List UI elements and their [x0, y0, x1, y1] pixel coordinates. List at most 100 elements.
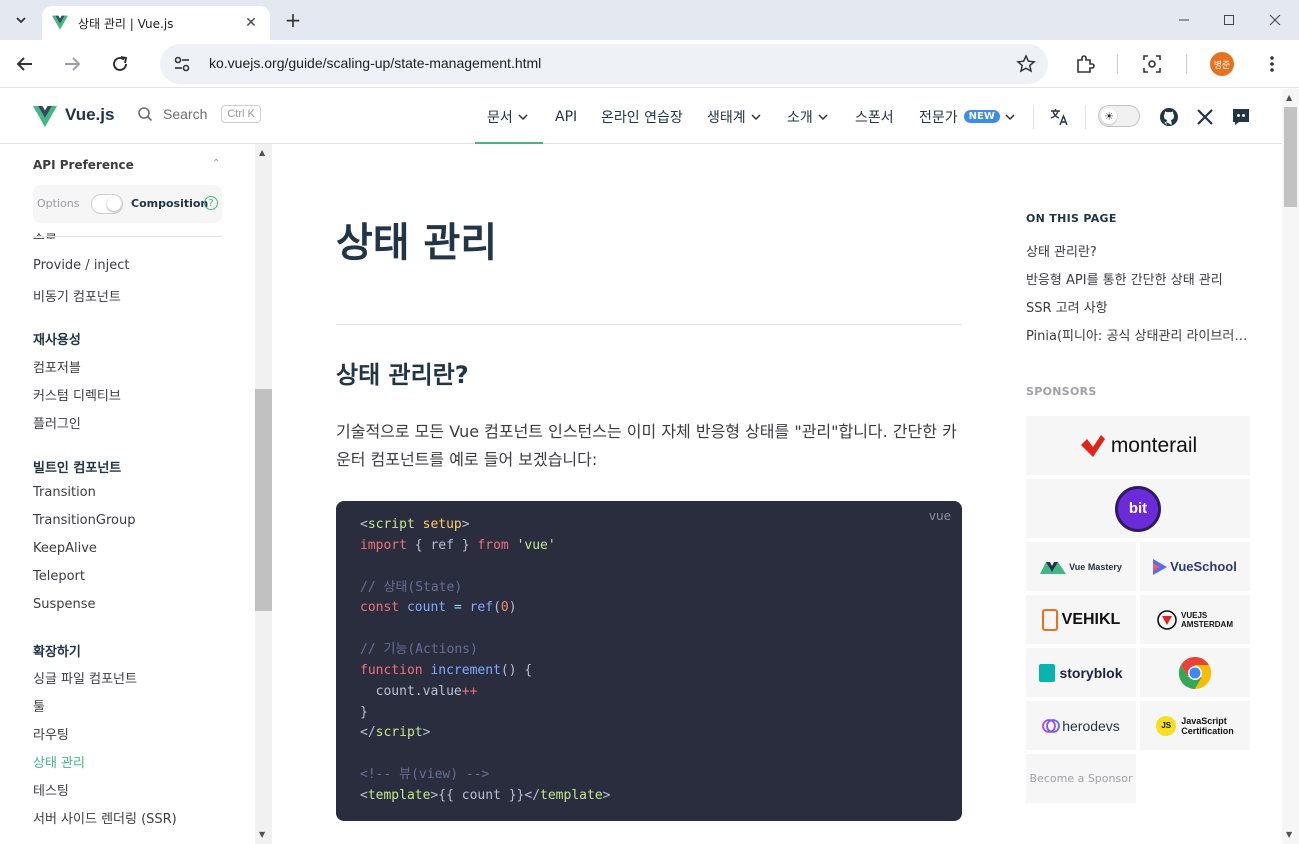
site-settings-icon[interactable] [172, 54, 192, 74]
sponsor-vuejs-amsterdam[interactable]: VUEJS AMSTERDAM [1140, 595, 1250, 644]
menu-sponsor[interactable]: 스폰서 [855, 89, 894, 144]
search-button[interactable]: Search Ctrl K [137, 105, 261, 123]
nav-separator [1033, 105, 1034, 129]
new-badge: NEW [963, 110, 1000, 123]
sponsor-bit[interactable]: bit [1026, 479, 1250, 538]
browser-menu-kebab-icon[interactable] [1261, 53, 1283, 75]
dark-mode-toggle[interactable]: ☀ [1098, 105, 1140, 127]
page-scrollbar-thumb[interactable] [1284, 107, 1297, 207]
menu-experts[interactable]: 전문가 NEW [919, 89, 1015, 144]
on-this-page-title: ON THIS PAGE [1026, 212, 1117, 225]
sponsor-vueschool[interactable]: VueSchool [1140, 542, 1250, 591]
maximize-icon[interactable] [1219, 10, 1239, 30]
sidebar-item-transition[interactable]: Transition [33, 485, 96, 500]
sidebar-item-teleport[interactable]: Teleport [33, 569, 85, 584]
chevron-up-icon[interactable]: ⌃ [212, 158, 220, 169]
vuejs-amsterdam-logo-icon [1157, 609, 1177, 630]
section-heading: 상태 관리란? [336, 361, 469, 389]
sidebar-item-provide-inject[interactable]: Provide / inject [33, 258, 130, 273]
menu-docs[interactable]: 문서 [487, 89, 528, 144]
sidebar-item-ssr[interactable]: 서버 사이드 렌더링 (SSR) [33, 808, 177, 827]
sidebar-scrollbar[interactable]: ▲ ▼ [255, 144, 272, 844]
api-preference-switch-box: Options Composition ? [33, 185, 222, 223]
sidebar-item-composables[interactable]: 컴포저블 [33, 357, 81, 376]
sponsor-js-certification[interactable]: JS JavaScript Certification [1140, 701, 1250, 750]
sponsor-chrome[interactable] [1140, 648, 1250, 697]
bit-logo-icon: bit [1115, 485, 1161, 532]
scroll-up-arrow-icon[interactable]: ▲ [259, 148, 268, 157]
outline-link-what-is-state-management[interactable]: 상태 관리란? [1026, 241, 1250, 260]
sidebar-item-slots[interactable]: 슬롯 [33, 229, 57, 239]
address-bar[interactable]: ko.vuejs.org/guide/scaling-up/state-mana… [160, 44, 1048, 84]
search-icon [138, 107, 153, 122]
sidebar-item-transitiongroup[interactable]: TransitionGroup [33, 513, 135, 528]
vehikl-logo-icon [1041, 608, 1058, 631]
api-style-toggle[interactable] [91, 194, 123, 214]
menu-api[interactable]: API [555, 89, 577, 144]
sidebar-scrollbar-thumb[interactable] [255, 389, 272, 611]
chevron-down-icon [518, 113, 528, 120]
sidebar-item-keepalive[interactable]: KeepAlive [33, 541, 97, 556]
bookmark-star-icon[interactable] [1016, 54, 1036, 74]
help-circle-icon[interactable]: ? [204, 196, 218, 210]
composition-label[interactable]: Composition [131, 197, 208, 210]
scroll-down-arrow-icon[interactable]: ▼ [259, 830, 268, 839]
extensions-puzzle-icon[interactable] [1074, 53, 1096, 75]
sponsor-vehikl[interactable]: VEHIKL [1026, 595, 1136, 644]
sponsor-herodevs[interactable]: herodevs [1026, 701, 1136, 750]
forward-arrow-icon[interactable] [59, 51, 85, 77]
code-block: vue <script setup> import { ref } from '… [336, 501, 962, 821]
menu-ecosystem[interactable]: 생태계 [707, 89, 761, 144]
code-text: <script setup> import { ref } from 'vue'… [360, 517, 611, 803]
sidebar-item-testing[interactable]: 테스팅 [33, 780, 69, 799]
outline-link-pinia[interactable]: Pinia(피니아: 공식 상태관리 라이브러리) [1026, 325, 1250, 344]
intro-paragraph: 기술적으로 모든 Vue 컴포넌트 인스턴스는 이미 자체 반응형 상태를 "관… [336, 422, 957, 469]
sidebar-item-async-components[interactable]: 비동기 컴포넌트 [33, 286, 121, 305]
code-language-label: vue [928, 509, 951, 523]
scroll-up-arrow-icon[interactable]: ▲ [1286, 93, 1292, 102]
toolbar-separator [1117, 54, 1118, 74]
x-twitter-icon[interactable] [1194, 106, 1216, 128]
screenshot-lens-icon[interactable] [1141, 53, 1163, 75]
sponsor-monterail[interactable]: monterail [1026, 416, 1250, 475]
sidebar-item-tooling[interactable]: 툴 [33, 696, 45, 715]
menu-playground[interactable]: 온라인 연습장 [601, 89, 683, 144]
outline-link-reactivity-api[interactable]: 반응형 API를 통한 간단한 상태 관리 [1026, 269, 1250, 288]
site-title[interactable]: Vue.js [65, 105, 114, 125]
vue-logo-icon[interactable] [33, 106, 57, 128]
discord-icon[interactable] [1230, 106, 1252, 128]
sidebar-item-state-management[interactable]: 상태 관리 [33, 752, 85, 771]
page-title: 상태 관리 [336, 220, 498, 266]
become-a-sponsor-link[interactable]: Become a Sponsor [1026, 754, 1136, 803]
sidebar-item-sfc[interactable]: 싱글 파일 컴포넌트 [33, 668, 137, 687]
sidebar-item-suspense[interactable]: Suspense [33, 597, 96, 612]
url-text: ko.vuejs.org/guide/scaling-up/state-mana… [209, 55, 542, 71]
sidebar-item-plugins[interactable]: 플러그인 [33, 413, 81, 432]
options-label[interactable]: Options [37, 197, 79, 210]
browser-tabbar: 상태 관리 | Vue.js ✕ + [0, 0, 1299, 40]
sidebar-section-scaling-up: 확장하기 [33, 645, 81, 660]
sidebar-item-routing[interactable]: 라우팅 [33, 724, 69, 743]
active-menu-indicator [475, 142, 543, 144]
tab-close-icon[interactable]: ✕ [242, 14, 260, 32]
new-tab-plus-icon[interactable]: + [282, 8, 304, 32]
scroll-down-arrow-icon[interactable]: ▼ [1286, 830, 1292, 839]
menu-about[interactable]: 소개 [787, 89, 828, 144]
github-icon[interactable] [1158, 106, 1180, 128]
browser-tab-active[interactable]: 상태 관리 | Vue.js ✕ [42, 6, 270, 40]
outline-link-ssr[interactable]: SSR 고려 사항 [1026, 297, 1250, 316]
translate-icon[interactable] [1048, 106, 1070, 128]
menu-experts-label: 전문가 [919, 109, 958, 126]
sidebar-item-custom-directives[interactable]: 커스텀 디렉티브 [33, 385, 121, 404]
tab-search-chevron-icon[interactable] [8, 7, 34, 33]
toggle-knob [107, 197, 121, 211]
sponsor-vue-mastery[interactable]: Vue Mastery [1026, 542, 1136, 591]
back-arrow-icon[interactable] [12, 51, 38, 77]
profile-avatar[interactable]: 병준 [1210, 52, 1234, 76]
window-close-icon[interactable] [1265, 10, 1285, 30]
chevron-down-icon [818, 113, 828, 120]
reload-icon[interactable] [107, 51, 133, 77]
page-scrollbar[interactable]: ▲ ▼ [1282, 89, 1299, 844]
minimize-icon[interactable] [1174, 10, 1194, 30]
sponsor-storyblok[interactable]: storyblok [1026, 648, 1136, 697]
